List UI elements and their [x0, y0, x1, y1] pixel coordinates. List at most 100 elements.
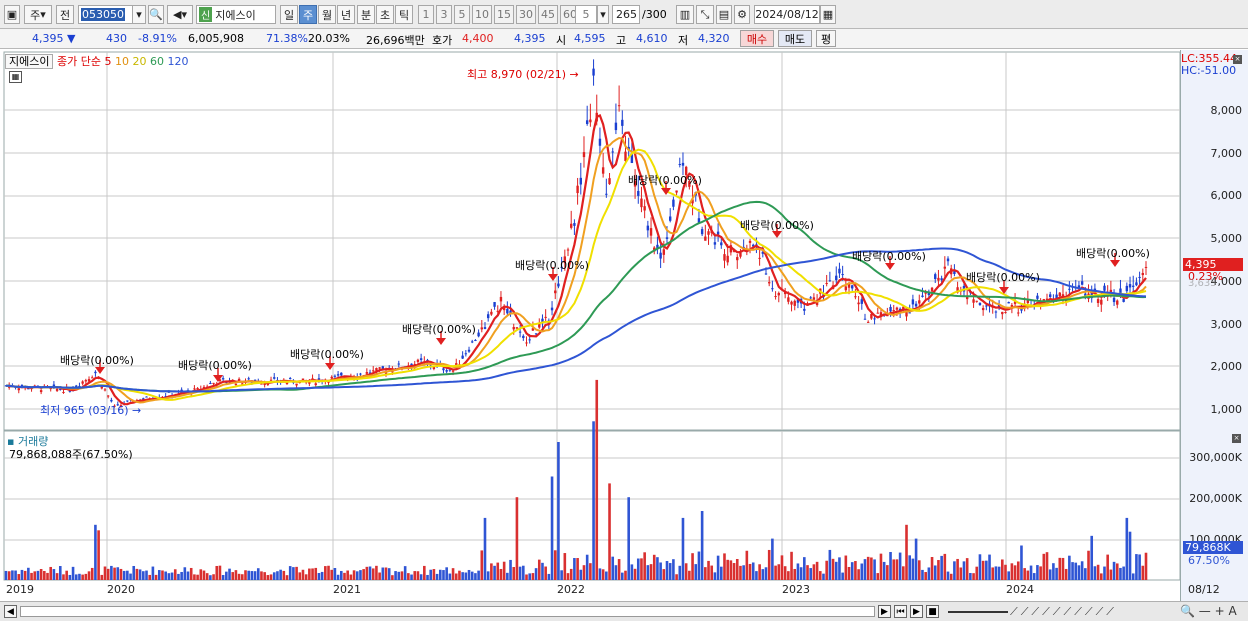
volume-bar — [272, 572, 276, 580]
volume-bar — [828, 549, 832, 580]
period-week[interactable]: 주 — [299, 5, 317, 24]
candle-body — [416, 359, 420, 362]
price-chart[interactable] — [0, 50, 1248, 602]
volume-bar — [924, 572, 927, 580]
date-input[interactable]: 2024/08/12 — [754, 5, 820, 24]
volume-bar — [429, 569, 433, 580]
prev-button[interactable]: 전 — [56, 5, 74, 24]
interval-10[interactable]: 10 — [472, 5, 492, 24]
gear-icon[interactable]: ⚙ — [734, 5, 750, 24]
candle-body — [1141, 272, 1145, 276]
interval-45[interactable]: 45 — [538, 5, 558, 24]
volume-bar — [432, 569, 436, 580]
volume-bar — [649, 564, 653, 580]
volume-bar — [796, 563, 800, 580]
play-icon[interactable]: ▶ — [910, 605, 923, 618]
volume-bar — [180, 571, 183, 580]
volume-bar — [94, 524, 97, 580]
candle-icon[interactable]: ▥ — [676, 5, 694, 24]
period-minute[interactable]: 분 — [357, 5, 375, 24]
volume-bar — [486, 571, 490, 580]
volume-current-tag: 79,868K — [1183, 541, 1243, 554]
volume-bar — [917, 560, 921, 580]
volume-bar — [506, 572, 509, 580]
save-icon[interactable]: ▤ — [716, 5, 732, 24]
low-note: 최저 965 (03/16) → — [40, 404, 142, 417]
volume-bar — [1007, 571, 1010, 580]
period-day[interactable]: 일 — [280, 5, 298, 24]
drawing-tools[interactable]: ⟋⟋⟋⟋⟋⟋⟋⟋⟋⟋ — [1010, 605, 1117, 619]
volume-bar — [876, 573, 880, 580]
volume-bar — [46, 572, 49, 580]
volume-bar — [132, 565, 136, 580]
volume-bar — [895, 559, 899, 580]
interval-input[interactable]: 5 — [575, 5, 597, 24]
code-dropdown-icon[interactable]: ▾ — [132, 5, 146, 24]
period-second[interactable]: 초 — [376, 5, 394, 24]
chart-type-select[interactable]: 주 ▾ — [24, 5, 52, 24]
volume-bar — [652, 554, 656, 580]
candle-body — [608, 178, 611, 185]
volume-bar — [534, 568, 538, 580]
table-icon[interactable]: ▦ — [9, 71, 22, 83]
count-input[interactable]: 265 — [612, 5, 640, 24]
close-chart-icon[interactable]: × — [1233, 55, 1242, 64]
calendar-icon[interactable]: ▦ — [820, 5, 836, 24]
volume-bar — [202, 570, 206, 580]
volume-bar — [474, 573, 477, 580]
candle-body — [649, 228, 653, 236]
draw-tool-icon[interactable]: ⤡ — [696, 5, 714, 24]
volume-bar — [566, 573, 570, 580]
volume-bar — [630, 564, 634, 580]
volume-bar — [761, 569, 765, 580]
candle-body — [851, 285, 854, 289]
volume-bar — [531, 573, 535, 580]
volume-bar — [704, 567, 707, 580]
zoom-controls[interactable]: 🔍 — + A — [1180, 604, 1237, 618]
period-year[interactable]: 년 — [337, 5, 355, 24]
volume-bar — [949, 573, 953, 580]
candle-body — [614, 122, 618, 131]
interval-5[interactable]: 5 — [454, 5, 470, 24]
volume-bar — [68, 574, 72, 580]
volume-bar — [110, 565, 113, 580]
sell-button[interactable]: 매도 — [778, 30, 812, 47]
volume-bar — [831, 558, 835, 580]
volume-bar — [675, 574, 678, 580]
scroll-left-icon[interactable]: ◀ — [4, 605, 17, 618]
candle-body — [1100, 299, 1103, 305]
candle-body — [713, 242, 717, 245]
sound-icon[interactable]: ◀▾ — [167, 5, 193, 24]
legend-stock-name[interactable]: 지에스이 — [5, 54, 54, 69]
candle-body — [972, 299, 975, 303]
volume-bar — [490, 563, 493, 580]
interval-1[interactable]: 1 — [418, 5, 434, 24]
rewind-icon[interactable]: ⏮ — [894, 605, 907, 618]
open-label: 시 — [556, 34, 567, 47]
window-icon[interactable]: ▣ — [4, 5, 20, 24]
eval-button[interactable]: 평 — [816, 30, 836, 47]
interval-30[interactable]: 30 — [516, 5, 536, 24]
candle-body — [764, 273, 768, 275]
candle-body — [1112, 297, 1116, 303]
scroll-right-icon[interactable]: ▶ — [878, 605, 891, 618]
close-panel-icon[interactable]: × — [1232, 434, 1241, 443]
buy-button[interactable]: 매수 — [740, 30, 774, 47]
period-month[interactable]: 월 — [318, 5, 336, 24]
interval-3[interactable]: 3 — [436, 5, 452, 24]
stock-name-field[interactable]: 신 지에스이 — [196, 5, 276, 24]
volume-bar — [241, 574, 244, 580]
volume-bar — [387, 568, 391, 580]
search-icon[interactable]: 🔍 — [148, 5, 164, 24]
volume-bar — [844, 555, 848, 580]
candle-body — [91, 377, 94, 379]
interval-dropdown-icon[interactable]: ▾ — [597, 5, 609, 24]
zoom-slider[interactable] — [948, 611, 1008, 613]
stop-icon[interactable]: ■ — [926, 605, 939, 618]
scroll-track[interactable] — [20, 606, 875, 617]
dividend-label: 배당락(0.00%) — [178, 359, 252, 372]
interval-15[interactable]: 15 — [494, 5, 514, 24]
volume-bar — [684, 563, 688, 580]
volume-bar — [454, 573, 458, 580]
period-tick[interactable]: 틱 — [395, 5, 413, 24]
